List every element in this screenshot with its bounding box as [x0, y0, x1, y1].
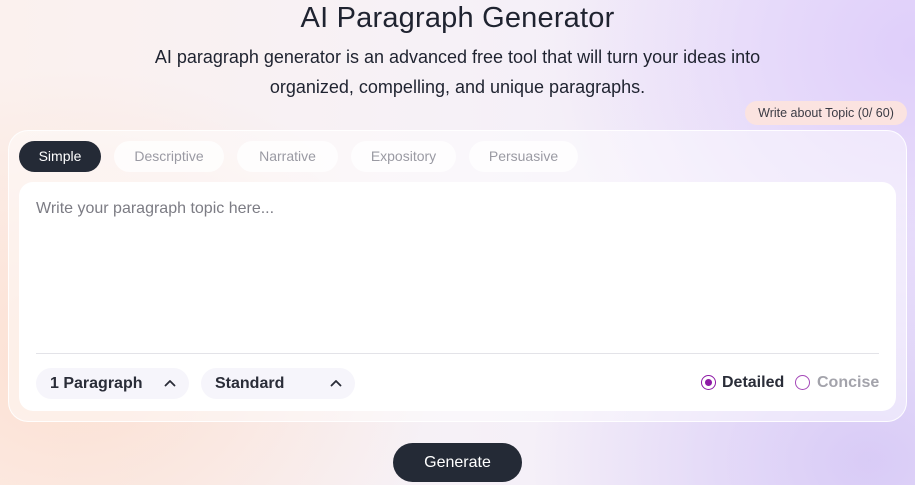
- topic-input[interactable]: [36, 200, 879, 340]
- tab-descriptive[interactable]: Descriptive: [114, 141, 224, 172]
- generate-button[interactable]: Generate: [393, 443, 522, 482]
- tab-persuasive[interactable]: Persuasive: [469, 141, 578, 172]
- chevron-up-icon: [330, 380, 342, 387]
- tone-value: Standard: [215, 375, 285, 392]
- tone-select[interactable]: Standard: [201, 368, 355, 399]
- editor-panel: 1 Paragraph Standard Detailed Concise: [19, 182, 896, 411]
- tab-expository[interactable]: Expository: [351, 141, 456, 172]
- paragraph-count-select[interactable]: 1 Paragraph: [36, 368, 189, 399]
- tab-narrative[interactable]: Narrative: [237, 141, 338, 172]
- concise-radio[interactable]: [795, 375, 810, 390]
- chevron-up-icon: [164, 380, 176, 387]
- page-subtitle: AI paragraph generator is an advanced fr…: [154, 47, 761, 97]
- length-radio-group: Detailed Concise: [701, 374, 881, 393]
- paragraph-count-value: 1 Paragraph: [50, 375, 143, 392]
- divider: [36, 353, 879, 354]
- detailed-radio[interactable]: [701, 375, 716, 390]
- concise-label[interactable]: Concise: [817, 374, 879, 392]
- page-title: AI Paragraph Generator: [300, 2, 615, 34]
- tab-simple[interactable]: Simple: [19, 141, 101, 172]
- detailed-label[interactable]: Detailed: [722, 374, 784, 392]
- topic-counter-badge: Write about Topic (0/ 60): [745, 101, 907, 125]
